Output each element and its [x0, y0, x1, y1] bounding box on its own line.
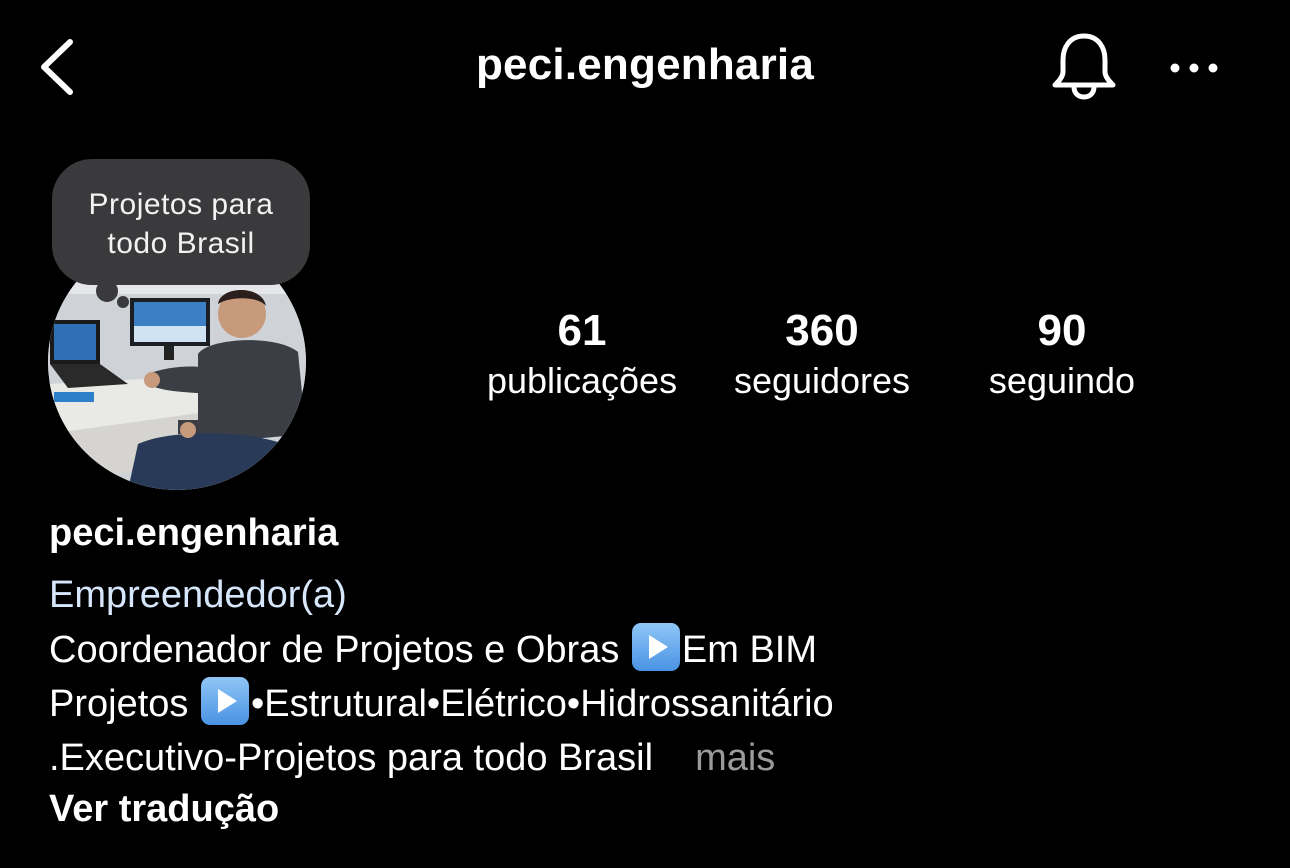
profile-note-bubble[interactable]: Projetos para todo Brasil	[52, 159, 310, 285]
notifications-button[interactable]	[1048, 30, 1120, 102]
note-bubble-tail-small	[117, 296, 129, 308]
stat-following-count: 90	[1037, 306, 1087, 355]
see-translation-link[interactable]: Ver tradução	[49, 788, 279, 831]
bell-icon	[1052, 33, 1116, 100]
bio-line-2: Projetos •Estrutural•Elétrico•Hidrossani…	[49, 677, 834, 731]
stat-following[interactable]: 90 seguindo	[942, 304, 1182, 404]
bio-line-3-text: .Executivo-Projetos para todo Brasil	[49, 737, 654, 779]
play-button-emoji-icon	[200, 677, 249, 725]
bio-line-2-text-b: •Estrutural•Elétrico•Hidrossanitário	[250, 683, 834, 725]
stat-posts-label: publicações	[486, 360, 678, 401]
stat-posts-count: 61	[557, 306, 607, 355]
note-bubble-tail	[96, 280, 118, 302]
profile-username: peci.engenharia	[49, 512, 339, 554]
profile-category: Empreendedor(a)	[49, 574, 347, 616]
bio-line-2-text-a: Projetos	[49, 683, 199, 725]
bio-line-3: .Executivo-Projetos para todo Brasil mais	[49, 731, 775, 785]
stat-followers-count: 360	[785, 306, 859, 355]
stat-following-label: seguindo	[988, 360, 1136, 401]
stat-followers-label: seguidores	[733, 360, 911, 401]
bio-more-link[interactable]: mais	[695, 737, 775, 779]
more-options-button[interactable]	[1162, 40, 1226, 96]
ellipsis-icon	[1170, 63, 1218, 73]
bio-line-1-text-a: Coordenador de Projetos e Obras	[49, 629, 630, 671]
bio-line-1-text-b: Em BIM	[681, 629, 818, 671]
bio-line-1: Coordenador de Projetos e Obras Em BIM	[49, 623, 817, 677]
play-button-emoji-icon	[631, 623, 680, 671]
stat-posts[interactable]: 61 publicações	[462, 304, 702, 404]
stat-followers[interactable]: 360 seguidores	[702, 304, 942, 404]
